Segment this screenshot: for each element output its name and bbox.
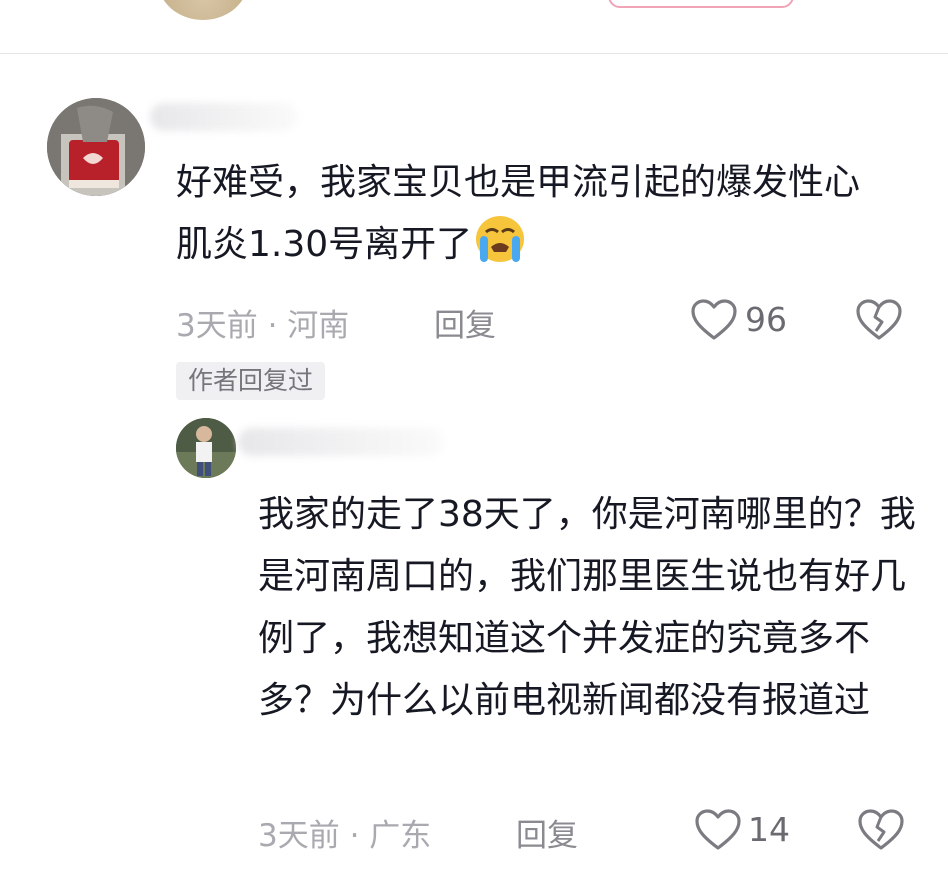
reply-like-count: 14 <box>748 810 790 849</box>
reply-text: 我家的走了38天了，你是河南哪里的？我是河南周口的，我们那里医生说也有好几例了，… <box>258 494 916 721</box>
reply-time: 3天前 <box>258 818 340 854</box>
reply-button[interactable]: 回复 <box>434 300 496 345</box>
comment-meta: 3天前 · 河南 <box>176 308 350 344</box>
reply-heart-outline-icon[interactable] <box>694 808 742 852</box>
comment-location: 河南 <box>287 308 350 344</box>
blurred-username[interactable] <box>150 103 298 131</box>
reply-reply-button[interactable]: 回复 <box>516 810 578 855</box>
previous-action-button[interactable] <box>608 0 794 8</box>
reply-avatar-image <box>176 418 236 478</box>
heart-outline-icon[interactable] <box>690 298 738 342</box>
crying-face-emoji-icon <box>476 216 525 262</box>
avatar-image <box>47 98 145 196</box>
avatar[interactable] <box>47 98 145 196</box>
author-replied-tag: 作者回复过 <box>176 362 326 400</box>
previous-avatar[interactable] <box>158 0 248 20</box>
reply-avatar[interactable] <box>176 418 236 478</box>
reply-location: 广东 <box>369 818 432 854</box>
like-count: 96 <box>745 300 787 339</box>
reply-meta: 3天前 · 广东 <box>258 818 432 854</box>
blurred-reply-username[interactable] <box>238 428 443 456</box>
reply-broken-heart-icon[interactable] <box>857 808 905 852</box>
comment-time: 3天前 <box>176 308 258 344</box>
divider <box>0 53 948 54</box>
comment-text: 好难受，我家宝贝也是甲流引起的爆发性心肌炎1.30号离开了 <box>176 162 861 265</box>
broken-heart-icon[interactable] <box>855 298 903 342</box>
comment-thread: 好难受，我家宝贝也是甲流引起的爆发性心肌炎1.30号离开了 3天前 · 河南 回… <box>0 0 948 887</box>
